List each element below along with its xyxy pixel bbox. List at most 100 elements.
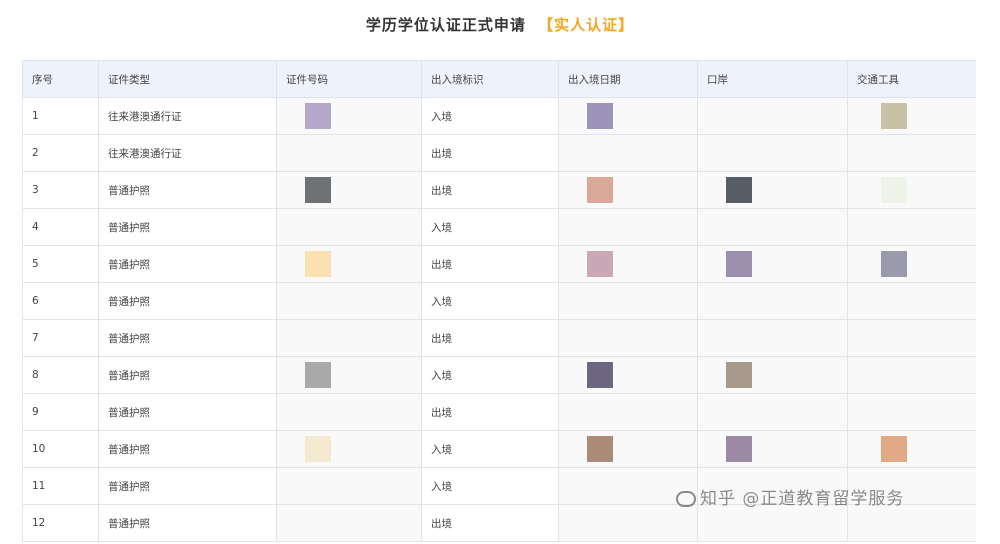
redaction-swatch [587, 362, 613, 388]
cell-date-redacted [558, 245, 698, 283]
cell-type: 普通护照 [98, 356, 277, 394]
redaction-blur [698, 394, 847, 430]
cell-flag: 入境 [421, 282, 559, 320]
redaction-blur [559, 135, 697, 171]
redaction-blur [848, 209, 976, 245]
cell-doc-number-redacted [276, 467, 422, 505]
wechat-icon [676, 491, 696, 507]
cell-no: 12 [22, 504, 99, 542]
redaction-blur [698, 320, 847, 356]
redaction-blur [559, 98, 697, 134]
table-body: 1 往来港澳通行证 入境 2 往来港澳通行证 出境 3 普通护照 出境 4 普通护照 入境 5 普通护照出… [22, 97, 976, 542]
cell-flag: 入境 [421, 97, 559, 135]
column-header-doc-number: 证件号码 [276, 60, 422, 98]
redaction-blur [698, 505, 847, 541]
cell-no: 2 [22, 134, 99, 172]
cell-flag: 入境 [421, 430, 559, 468]
redaction-blur [277, 357, 421, 393]
cell-transport-redacted [847, 208, 976, 246]
redaction-blur [277, 209, 421, 245]
cell-port-redacted [697, 282, 848, 320]
redaction-swatch [881, 103, 907, 129]
redaction-blur [559, 209, 697, 245]
cell-port-redacted [697, 356, 848, 394]
column-header-port: 口岸 [697, 60, 848, 98]
cell-type: 普通护照 [98, 430, 277, 468]
redaction-blur [559, 246, 697, 282]
redaction-blur [559, 283, 697, 319]
cell-transport-redacted [847, 134, 976, 172]
redaction-blur [559, 431, 697, 467]
cell-doc-number-redacted [276, 356, 422, 394]
redaction-swatch [881, 436, 907, 462]
redaction-blur [848, 320, 976, 356]
redaction-blur [698, 283, 847, 319]
cell-flag: 入境 [421, 208, 559, 246]
cell-flag: 出境 [421, 319, 559, 357]
cell-port-redacted [697, 171, 848, 209]
redaction-blur [277, 468, 421, 504]
table-row: 4 普通护照 入境 [22, 208, 976, 246]
cell-transport-redacted [847, 393, 976, 431]
column-header-type: 证件类型 [98, 60, 277, 98]
redaction-blur [848, 246, 976, 282]
table-row: 12 普通护照 出境 [22, 504, 976, 542]
cell-transport-redacted [847, 504, 976, 542]
cell-port-redacted [697, 134, 848, 172]
redaction-blur [559, 320, 697, 356]
cell-no: 9 [22, 393, 99, 431]
cell-type: 普通护照 [98, 393, 277, 431]
redaction-blur [848, 283, 976, 319]
cell-flag: 入境 [421, 467, 559, 505]
cell-flag: 出境 [421, 393, 559, 431]
cell-transport-redacted [847, 430, 976, 468]
redaction-swatch [587, 251, 613, 277]
redaction-blur [277, 172, 421, 208]
cell-type: 普通护照 [98, 504, 277, 542]
redaction-blur [277, 394, 421, 430]
records-table-container: 序号 证件类型 证件号码 出入境标识 出入境日期 口岸 交通工具 1 往来港澳通行… [22, 60, 976, 544]
redaction-blur [559, 505, 697, 541]
cell-transport-redacted [847, 245, 976, 283]
records-table: 序号 证件类型 证件号码 出入境标识 出入境日期 口岸 交通工具 1 往来港澳通行… [22, 60, 976, 542]
redaction-blur [277, 283, 421, 319]
redaction-blur [277, 431, 421, 467]
cell-no: 11 [22, 467, 99, 505]
redaction-blur [848, 505, 976, 541]
cell-transport-redacted [847, 319, 976, 357]
cell-doc-number-redacted [276, 97, 422, 135]
cell-date-redacted [558, 171, 698, 209]
redaction-blur [848, 394, 976, 430]
cell-doc-number-redacted [276, 282, 422, 320]
cell-transport-redacted [847, 171, 976, 209]
redaction-swatch [587, 177, 613, 203]
cell-no: 4 [22, 208, 99, 246]
cell-flag: 入境 [421, 356, 559, 394]
cell-doc-number-redacted [276, 134, 422, 172]
redaction-blur [848, 135, 976, 171]
cell-port-redacted [697, 208, 848, 246]
table-row: 7 普通护照 出境 [22, 319, 976, 357]
cell-date-redacted [558, 282, 698, 320]
redaction-swatch [587, 103, 613, 129]
redaction-swatch [881, 177, 907, 203]
redaction-swatch [305, 362, 331, 388]
cell-flag: 出境 [421, 504, 559, 542]
redaction-swatch [881, 251, 907, 277]
redaction-swatch [726, 362, 752, 388]
redaction-blur [559, 357, 697, 393]
redaction-swatch [726, 436, 752, 462]
column-header-no: 序号 [22, 60, 99, 98]
redaction-blur [848, 172, 976, 208]
redaction-swatch [305, 251, 331, 277]
redaction-blur [277, 320, 421, 356]
page-title-tag: 【实人认证】 [538, 16, 635, 34]
cell-no: 5 [22, 245, 99, 283]
watermark: 知乎 @正道教育留学服务 [676, 484, 904, 509]
column-header-date: 出入境日期 [558, 60, 698, 98]
table-row: 8 普通护照 入境 [22, 356, 976, 394]
redaction-blur [698, 246, 847, 282]
redaction-blur [277, 505, 421, 541]
cell-date-redacted [558, 356, 698, 394]
redaction-blur [698, 431, 847, 467]
